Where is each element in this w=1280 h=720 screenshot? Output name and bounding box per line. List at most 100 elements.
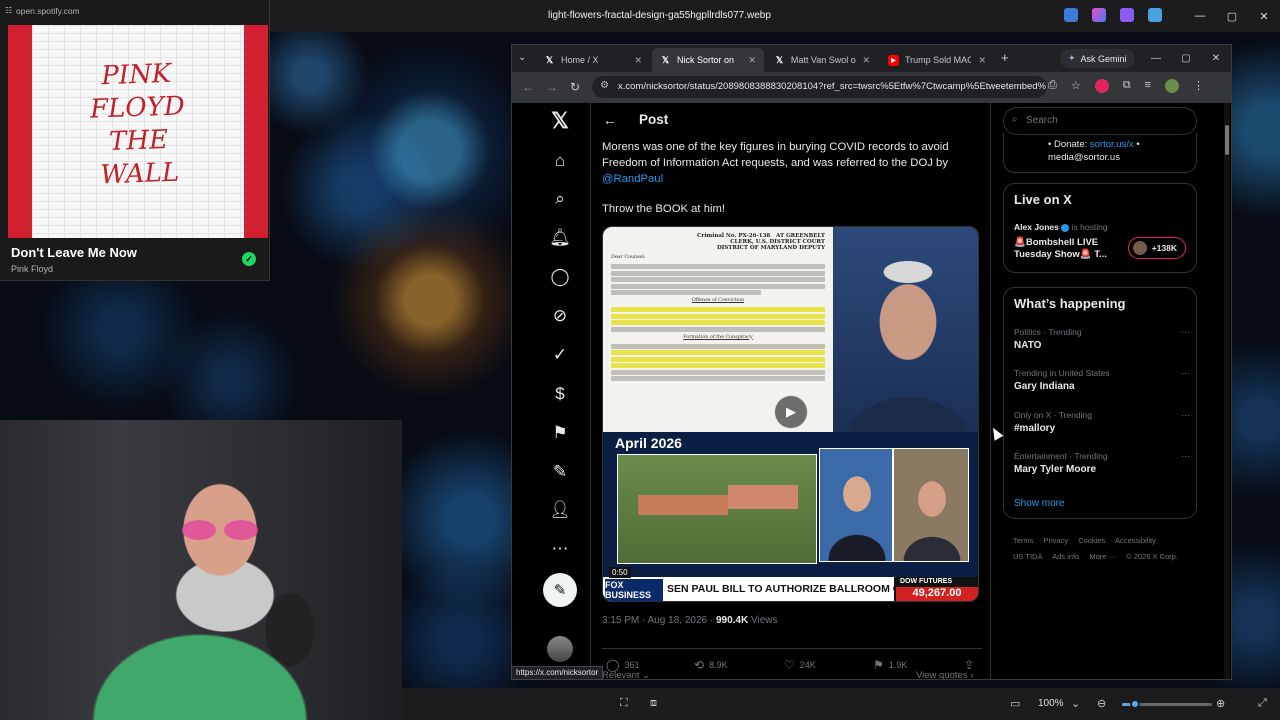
footer-link[interactable]: Ads info <box>1052 552 1079 561</box>
more-options-icon[interactable]: ··· <box>1181 451 1190 461</box>
doc-line <box>611 343 825 349</box>
like-button[interactable]: ♡ 24K <box>784 658 816 672</box>
bookmark-star-icon[interactable]: ☆ <box>1071 79 1081 93</box>
compose-post-button[interactable]: ✎ <box>543 573 577 607</box>
more-icon[interactable]: ⋯ <box>540 534 580 564</box>
footer-link[interactable]: Accessibility <box>1115 536 1156 545</box>
site-settings-icon[interactable]: ☷ <box>5 6 12 15</box>
more-options-icon[interactable]: ··· <box>1181 327 1190 337</box>
bookmarks-icon[interactable]: ⚑ <box>540 418 580 448</box>
fit-to-window-icon[interactable]: ▭ <box>1010 697 1020 710</box>
webcam-feed <box>0 420 402 720</box>
home-icon[interactable]: ⌂ <box>540 146 580 176</box>
articles-icon[interactable]: ✎ <box>540 457 580 487</box>
repost-button[interactable]: ⟲ 8.9K <box>694 658 728 672</box>
footer-link[interactable]: Privacy <box>1044 536 1069 545</box>
tab-matt-van-swol[interactable]: 𝕏 Matt Van Swol on ✕ <box>766 48 878 72</box>
post-video[interactable]: Criminal No. PX-26-138 AT GREENBELT CLER… <box>602 226 979 602</box>
trend-meta: Trending in United States <box>1014 368 1110 378</box>
close-button[interactable]: ✕ <box>1201 45 1231 72</box>
new-tab-button[interactable]: + <box>1001 50 1009 65</box>
back-icon[interactable]: ← <box>522 80 534 94</box>
track-title[interactable]: Don't Leave Me Now <box>11 245 137 260</box>
zoom-out-icon[interactable]: ⊖ <box>1097 697 1106 710</box>
track-artist[interactable]: Pink Floyd <box>11 264 53 274</box>
saved-check-icon[interactable]: ✓ <box>242 252 256 266</box>
post-heading: Post <box>639 112 669 127</box>
tab-nick-sortor[interactable]: 𝕏 Nick Sortor on X: " ✕ <box>652 48 764 72</box>
site-info-icon[interactable]: ⚙ <box>600 80 609 91</box>
ask-gemini-button[interactable]: ✦ Ask Gemini <box>1060 49 1135 68</box>
notifications-bell-icon[interactable]: 🔔︎ <box>540 223 580 253</box>
toolbar-icons: ⎙ ☆ ⧉ ≡ ⋮ <box>1048 79 1204 93</box>
footer-link[interactable]: Terms <box>1013 536 1033 545</box>
profile-avatar-icon[interactable] <box>1164 79 1179 93</box>
page-scrollbar[interactable] <box>1224 103 1230 679</box>
more-options-icon[interactable]: ··· <box>1181 410 1190 420</box>
live-listener-count[interactable]: +138K <box>1128 237 1186 259</box>
fullscreen-icon[interactable]: ⤢ <box>1258 697 1267 710</box>
bookmark-button[interactable]: ⚑ 1.9K <box>873 658 907 672</box>
install-app-icon[interactable]: ⎙ <box>1048 79 1057 93</box>
search-input[interactable]: ⌕ Search <box>1003 107 1197 135</box>
account-avatar[interactable] <box>547 636 573 662</box>
zoom-slider-thumb[interactable] <box>1129 699 1140 709</box>
back-arrow-icon[interactable]: ← <box>603 112 617 128</box>
more-options-icon[interactable]: ··· <box>1181 368 1190 378</box>
copilot-icon[interactable] <box>1092 8 1106 22</box>
adblock-icon[interactable] <box>1094 79 1109 93</box>
crop-icon[interactable]: ⛶ <box>620 697 628 710</box>
footer-links: Terms Privacy Cookies Accessibility US T… <box>1013 533 1193 565</box>
grok-icon[interactable]: ⊘ <box>540 301 580 331</box>
reply-sort-dropdown[interactable]: Relevant ⌄ <box>602 670 650 679</box>
close-tab-icon[interactable]: ✕ <box>634 55 642 66</box>
close-button[interactable]: ✕ <box>1248 0 1280 32</box>
footer-link[interactable]: More ··· <box>1089 552 1116 561</box>
footer-link[interactable]: Cookies <box>1078 536 1105 545</box>
messages-icon[interactable]: ◯ <box>540 262 580 292</box>
tab-search-icon[interactable]: ⌄ <box>518 52 526 63</box>
trend-item[interactable]: Trending in United States Gary Indiana ·… <box>1014 368 1190 392</box>
close-tab-icon[interactable]: ✕ <box>748 55 756 66</box>
show-more-link[interactable]: Show more <box>1014 498 1065 509</box>
reading-list-icon[interactable]: ≡ <box>1145 79 1151 93</box>
x-logo-icon[interactable]: 𝕏 <box>540 106 580 136</box>
donate-link[interactable]: sortor.us/x <box>1090 139 1134 150</box>
zoom-slider[interactable] <box>1122 699 1212 709</box>
forward-icon[interactable]: → <box>546 80 558 94</box>
close-tab-icon[interactable]: ✕ <box>862 55 870 66</box>
mention-link[interactable]: @RandPaul <box>602 173 663 185</box>
trend-item[interactable]: Only on X · Trending #mallory ··· <box>1014 410 1190 434</box>
maximize-button[interactable]: ▢ <box>1171 45 1201 72</box>
trend-item[interactable]: Politics · Trending NATO ··· <box>1014 327 1190 351</box>
address-bar[interactable]: ⚙ x.com/nicksortor/status/20898083888302… <box>592 76 1047 98</box>
explore-search-icon[interactable]: ⌕ <box>540 184 580 214</box>
tab-home-x[interactable]: 𝕏 Home / X ✕ <box>536 48 650 72</box>
minimize-button[interactable]: — <box>1141 45 1171 72</box>
trend-item[interactable]: Entertainment · Trending Mary Tyler Moor… <box>1014 451 1190 475</box>
live-show-title[interactable]: 🚨Bombshell LIVE Tuesday Show🚨 T... <box>1014 237 1129 261</box>
minimize-button[interactable]: — <box>1184 0 1216 32</box>
clipchamp-icon[interactable] <box>1120 8 1134 22</box>
zoom-percentage[interactable]: 100% <box>1038 698 1064 709</box>
play-icon[interactable]: ▶ <box>774 395 808 429</box>
close-tab-icon[interactable]: ✕ <box>978 55 986 66</box>
reload-icon[interactable]: ↻ <box>570 80 580 94</box>
chevron-down-icon[interactable]: ⌄ <box>1071 697 1080 710</box>
view-quotes-link[interactable]: View quotes › <box>916 670 973 679</box>
scrollbar-thumb[interactable] <box>1225 125 1229 155</box>
browser-menu-icon[interactable]: ⋮ <box>1193 79 1204 93</box>
live-host[interactable]: Alex Jones is hosting <box>1014 222 1108 232</box>
cloud-icon[interactable] <box>1148 8 1162 22</box>
verified-icon[interactable]: ✓ <box>540 340 580 370</box>
post-timestamp[interactable]: 3:15 PM · Aug 18, 2026 · <box>602 615 713 626</box>
zoom-in-icon[interactable]: ⊕ <box>1216 697 1225 710</box>
money-icon[interactable]: $ <box>540 379 580 409</box>
extensions-icon[interactable]: ⧉ <box>1123 79 1131 93</box>
profile-icon[interactable]: 👤︎ <box>540 495 580 525</box>
footer-link[interactable]: US TIDA <box>1013 552 1042 561</box>
text-extract-icon[interactable]: ⧈ <box>650 697 657 710</box>
maximize-button[interactable]: ▢ <box>1216 0 1248 32</box>
tab-youtube[interactable]: ▶ Trump Sold MAGA ✕ <box>880 48 994 72</box>
edit-icon[interactable] <box>1064 8 1078 22</box>
